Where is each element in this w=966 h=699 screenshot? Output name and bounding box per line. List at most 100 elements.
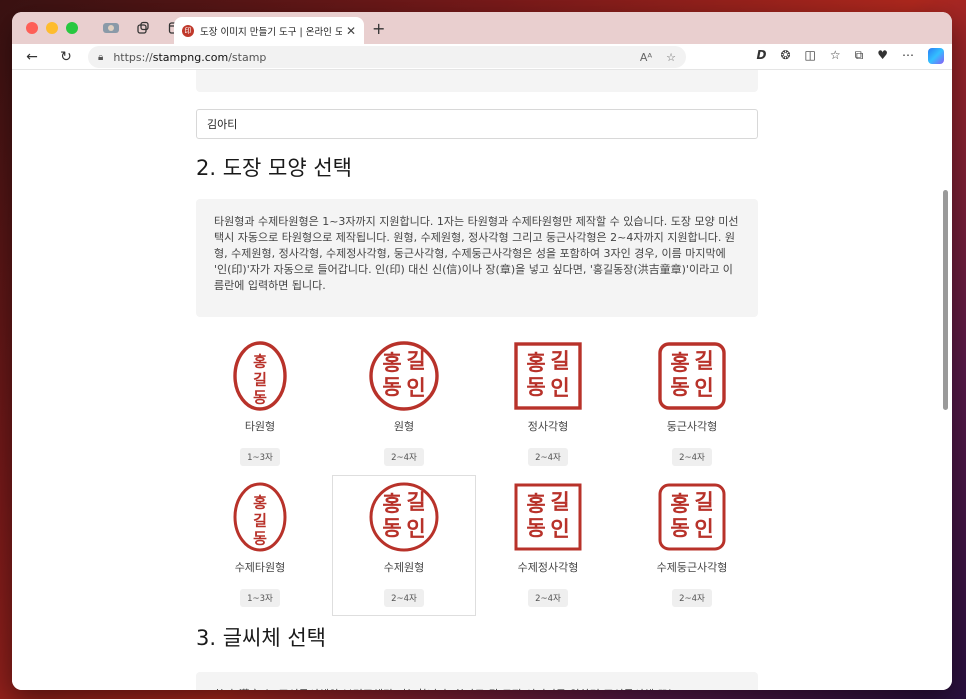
svg-text:길: 길 <box>550 349 569 373</box>
stamp-preview-image: 홍길동 <box>224 340 296 412</box>
browser-toolbar: ← ↻ 🔒︎ https://stampng.com/stamp Aᴬ ☆ D … <box>12 44 952 70</box>
svg-text:인: 인 <box>550 517 569 541</box>
shape-label: 원형 <box>393 420 415 433</box>
svg-text:홍: 홍 <box>382 351 401 375</box>
copilot-icon[interactable] <box>928 48 944 64</box>
name-input[interactable]: 김아티 <box>196 109 758 139</box>
collections-icon[interactable]: ⧉ <box>855 48 864 64</box>
shape-label: 수제둥근사각형 <box>656 561 728 574</box>
svg-text:홍: 홍 <box>670 492 689 516</box>
shape-grid: 홍 길 동 타원형 1~3자 홍 길 동 인 원형 2~4자 홍 길 동 인 정사각형 2~4자 홍 길 동 인 둥근사각… <box>188 334 758 616</box>
stamp-preview-image: 홍길동 <box>224 481 296 553</box>
svg-text:길: 길 <box>406 349 425 373</box>
shape-option-oval[interactable]: 홍 길 동타원형 1~3자 <box>188 334 332 475</box>
back-icon[interactable]: ← <box>20 49 44 65</box>
stamp-preview-image: 홍길동인 <box>368 481 440 553</box>
svg-text:길: 길 <box>694 490 713 514</box>
svg-text:길: 길 <box>694 349 713 373</box>
favorites-list-icon[interactable]: ☆ <box>830 48 841 64</box>
stamp-preview-image: 홍길동인 <box>512 340 584 412</box>
svg-text:인: 인 <box>694 517 713 541</box>
extension-d-icon[interactable]: D <box>757 48 767 64</box>
svg-text:동: 동 <box>526 375 545 399</box>
svg-text:길: 길 <box>253 512 267 530</box>
svg-text:홍: 홍 <box>526 351 545 375</box>
svg-text:동: 동 <box>382 375 401 399</box>
scrollbar[interactable] <box>943 190 948 410</box>
svg-text:길: 길 <box>253 371 267 389</box>
stamp-preview-image: 홍길동인 <box>512 481 584 553</box>
svg-text:동: 동 <box>670 375 689 399</box>
url-host: stampng.com <box>152 50 229 64</box>
svg-text:홍: 홍 <box>253 353 267 371</box>
svg-text:인: 인 <box>694 376 713 400</box>
svg-text:동: 동 <box>253 530 267 548</box>
performance-icon[interactable]: ♥ <box>877 48 888 64</box>
svg-text:동: 동 <box>670 516 689 540</box>
svg-text:동: 동 <box>253 389 267 407</box>
extension-puzzle-icon[interactable]: ❂ <box>780 48 790 64</box>
shape-option-rounded[interactable]: 홍 길 동 인둥근사각형 2~4자 <box>620 334 764 475</box>
char-count-badge: 1~3자 <box>240 589 280 607</box>
shape-option-circle[interactable]: 홍 길 동 인원형 2~4자 <box>332 334 476 475</box>
site-info-icon[interactable]: 🔒︎ <box>98 52 103 63</box>
shape-option-rounded-handmade[interactable]: 홍 길 동 인수제둥근사각형 2~4자 <box>620 475 764 616</box>
split-screen-icon[interactable]: ◫ <box>805 48 816 64</box>
char-count-badge: 1~3자 <box>240 448 280 466</box>
close-window-button[interactable] <box>26 22 38 34</box>
window-controls <box>26 22 78 34</box>
stamp-preview-image: 홍길동인 <box>368 340 440 412</box>
char-count-badge: 2~4자 <box>384 448 424 466</box>
read-aloud-icon[interactable]: Aᴬ <box>640 51 652 64</box>
profile-avatar-icon[interactable] <box>102 19 120 37</box>
active-tab[interactable]: 印 도장 이미지 만들기 도구 | 온라인 도장 ✕ <box>174 17 364 44</box>
shape-option-square[interactable]: 홍 길 동 인 정사각형 2~4자 <box>476 334 620 475</box>
url-prefix: https:// <box>113 50 153 64</box>
char-count-badge: 2~4자 <box>672 589 712 607</box>
shape-label: 둥근사각형 <box>666 420 718 433</box>
workspaces-icon[interactable] <box>134 19 152 37</box>
title-bar: 印 도장 이미지 만들기 도구 | 온라인 도장 ✕ + <box>12 12 952 44</box>
svg-text:홍: 홍 <box>253 494 267 512</box>
tab-close-icon[interactable]: ✕ <box>346 24 356 38</box>
stamp-preview-image: 홍길동인 <box>656 340 728 412</box>
address-bar[interactable]: 🔒︎ https://stampng.com/stamp Aᴬ ☆ <box>88 46 686 68</box>
svg-text:홍: 홍 <box>526 492 545 516</box>
svg-text:동: 동 <box>526 516 545 540</box>
shape-option-oval-handmade[interactable]: 홍 길 동수제타원형 1~3자 <box>188 475 332 616</box>
section-title-shape: 2. 도장 모양 선택 <box>196 156 352 180</box>
svg-text:길: 길 <box>406 490 425 514</box>
svg-text:인: 인 <box>550 376 569 400</box>
font-info-box: 한자(漢字)는 조선궁서체와 본명조체만 가능합니다. 한자로 된 도장 이미지… <box>196 672 758 690</box>
shape-label: 수제원형 <box>383 561 425 574</box>
char-count-badge: 2~4자 <box>672 448 712 466</box>
shape-option-square-handmade[interactable]: 홍 길 동 인수제정사각형 2~4자 <box>476 475 620 616</box>
shape-label: 수제타원형 <box>234 561 286 574</box>
shape-label: 정사각형 <box>527 420 569 433</box>
zoom-window-button[interactable] <box>66 22 78 34</box>
new-tab-icon[interactable]: + <box>372 19 385 38</box>
shape-label: 타원형 <box>244 420 276 433</box>
favorite-star-icon[interactable]: ☆ <box>666 51 676 64</box>
minimize-window-button[interactable] <box>46 22 58 34</box>
svg-text:인: 인 <box>406 376 425 400</box>
svg-text:동: 동 <box>382 516 401 540</box>
toolbar-extensions: D ❂ ◫ ☆ ⧉ ♥ ⋯ <box>757 48 944 64</box>
tab-favicon-icon: 印 <box>182 24 194 37</box>
svg-text:길: 길 <box>550 490 569 514</box>
shape-label: 수제정사각형 <box>517 561 579 574</box>
char-count-badge: 2~4자 <box>528 589 568 607</box>
char-count-badge: 2~4자 <box>384 589 424 607</box>
more-menu-icon[interactable]: ⋯ <box>902 48 914 64</box>
svg-text:홍: 홍 <box>382 492 401 516</box>
svg-text:홍: 홍 <box>670 351 689 375</box>
refresh-icon[interactable]: ↻ <box>54 49 78 65</box>
shape-option-circle-handmade[interactable]: 홍 길 동 인수제원형 2~4자 <box>332 475 476 616</box>
browser-window: 印 도장 이미지 만들기 도구 | 온라인 도장 ✕ + ← ↻ 🔒︎ http… <box>12 12 952 690</box>
url-path: /stamp <box>228 50 267 64</box>
previous-info-box <box>196 70 758 92</box>
stamp-preview-image: 홍길동인 <box>656 481 728 553</box>
main-column: 김아티 2. 도장 모양 선택 타원형과 수제타원형은 1~3자까지 지원합니다… <box>196 70 758 690</box>
svg-text:인: 인 <box>406 517 425 541</box>
page-content: 김아티 2. 도장 모양 선택 타원형과 수제타원형은 1~3자까지 지원합니다… <box>12 70 952 690</box>
